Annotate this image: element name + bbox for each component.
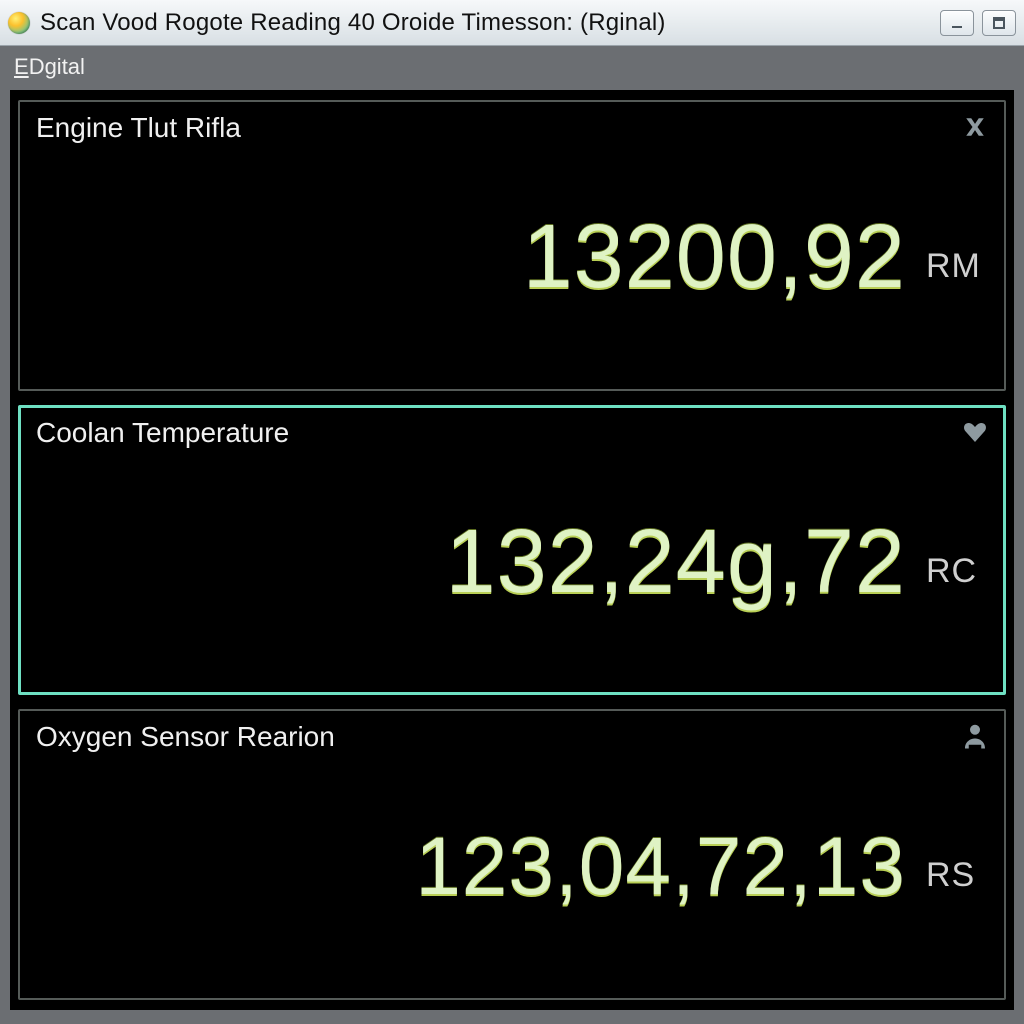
gauge-value: 13200,92 — [523, 212, 906, 302]
window-title: Scan Vood Rogote Reading 40 Oroide Times… — [40, 9, 930, 37]
minimize-icon — [950, 16, 964, 30]
gauge-unit: RS — [926, 856, 986, 895]
menu-digital-label: Dgital — [29, 54, 85, 79]
gauge-value-row: 132,24g,72 RC — [36, 449, 990, 676]
gauge-coolant[interactable]: Coolan Temperature 132,24g,72 RC — [18, 405, 1006, 696]
gauge-value: 123,04,72,13 — [415, 826, 906, 908]
user-icon[interactable] — [960, 721, 990, 751]
menu-bar: EDgital — [8, 46, 1016, 88]
gauge-value: 132,24g,72 — [446, 517, 906, 607]
window-controls — [940, 10, 1016, 36]
minimize-button[interactable] — [940, 10, 974, 36]
gauge-engine[interactable]: Engine Tlut Rifla 13200,92 RM — [18, 100, 1006, 391]
menu-digital-hotkey: E — [14, 54, 29, 79]
gauge-oxygen[interactable]: Oxygen Sensor Rearion 123,04,72,13 RS — [18, 709, 1006, 1000]
client-area: EDgital Engine Tlut Rifla 13200,92 RM Co… — [0, 46, 1024, 1024]
gauge-value-row: 123,04,72,13 RS — [36, 753, 990, 980]
maximize-button[interactable] — [982, 10, 1016, 36]
gauge-value-row: 13200,92 RM — [36, 144, 990, 371]
close-icon[interactable] — [960, 112, 990, 142]
gauge-header: Coolan Temperature — [36, 417, 990, 449]
maximize-icon — [992, 16, 1006, 30]
app-icon — [8, 12, 30, 34]
window-titlebar: Scan Vood Rogote Reading 40 Oroide Times… — [0, 0, 1024, 46]
menu-digital[interactable]: EDgital — [14, 54, 85, 80]
gauge-unit: RM — [926, 247, 986, 286]
gauge-label: Oxygen Sensor Rearion — [36, 721, 335, 753]
heart-down-icon[interactable] — [960, 417, 990, 447]
gauge-header: Oxygen Sensor Rearion — [36, 721, 990, 753]
gauge-unit: RC — [926, 552, 986, 591]
gauge-label: Coolan Temperature — [36, 417, 289, 449]
gauge-viewport: Engine Tlut Rifla 13200,92 RM Coolan Tem… — [8, 88, 1016, 1012]
gauge-label: Engine Tlut Rifla — [36, 112, 241, 144]
gauge-header: Engine Tlut Rifla — [36, 112, 990, 144]
